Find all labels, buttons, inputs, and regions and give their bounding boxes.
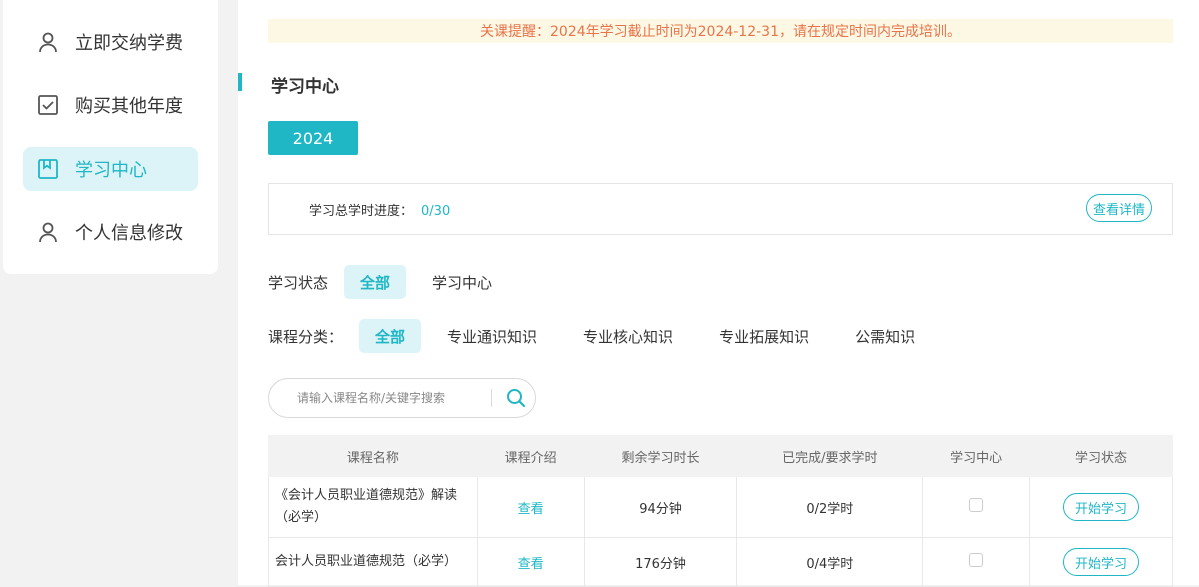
remaining-time: 94分钟	[583, 476, 738, 538]
header-course-name: 课程名称	[268, 435, 478, 477]
sidebar-item-buy-other-year[interactable]: 购买其他年度	[23, 83, 198, 127]
table-row: 《会计人员职业道德规范》解读（必学） 查看 94分钟 0/2学时 开始学习	[268, 476, 1173, 538]
table-header-row: 课程名称 课程介绍 剩余学习时长 已完成/要求学时 学习中心 学习状态	[268, 435, 1173, 477]
header-learning-center: 学习中心	[922, 435, 1031, 477]
start-learning-button[interactable]: 开始学习	[1063, 493, 1140, 521]
remaining-time: 176分钟	[583, 537, 738, 587]
table-row: 会计人员职业道德规范（必学） 查看 176分钟 0/4学时 开始学习	[268, 537, 1173, 587]
header-course-intro: 课程介绍	[476, 435, 585, 477]
bookmark-icon	[37, 158, 59, 180]
completed-hours: 0/4学时	[736, 537, 924, 587]
title-accent-bar	[238, 73, 242, 91]
progress-box: 学习总学时进度： 0/30 查看详情	[268, 183, 1173, 235]
sidebar-item-label: 购买其他年度	[75, 96, 183, 117]
progress-value: 0/30	[421, 204, 451, 219]
learning-center-checkbox[interactable]	[969, 553, 984, 567]
status-filter-all[interactable]: 全部	[344, 265, 407, 299]
progress-label: 学习总学时进度： 0/30	[309, 200, 450, 219]
completed-hours: 0/2学时	[736, 476, 924, 538]
sidebar-item-label: 立即交纳学费	[75, 33, 183, 54]
learning-center-cell	[922, 476, 1031, 538]
checkbox-icon	[37, 94, 59, 116]
learning-center-checkbox[interactable]	[969, 498, 984, 512]
status-filter: 学习状态 全部 学习中心	[268, 265, 518, 299]
view-details-button[interactable]: 查看详情	[1086, 194, 1152, 222]
status-cell: 开始学习	[1029, 537, 1173, 587]
user-icon	[37, 221, 59, 243]
course-intro-cell: 查看	[476, 476, 585, 538]
category-filter: 课程分类： 全部 专业通识知识 专业核心知识 专业拓展知识 公需知识	[268, 319, 941, 353]
sidebar: 立即交纳学费 购买其他年度 学习中心 个人信息修改	[3, 0, 218, 274]
search-input[interactable]	[295, 390, 479, 406]
sidebar-item-learning-center[interactable]: 学习中心	[23, 147, 198, 191]
view-intro-link[interactable]: 查看	[518, 502, 544, 517]
category-filter-public[interactable]: 公需知识	[835, 319, 935, 353]
page-title: 学习中心	[271, 77, 339, 97]
user-icon	[37, 31, 59, 53]
category-filter-label: 课程分类：	[268, 327, 344, 346]
course-table: 课程名称 课程介绍 剩余学习时长 已完成/要求学时 学习中心 学习状态 《会计人…	[268, 435, 1173, 587]
start-learning-button[interactable]: 开始学习	[1063, 548, 1140, 576]
main-content: 关课提醒：2024年学习截止时间为2024-12-31，请在规定时间内完成培训。…	[238, 0, 1199, 587]
view-intro-link[interactable]: 查看	[518, 557, 544, 572]
course-name: 会计人员职业道德规范（必学）	[268, 537, 478, 587]
search-box	[268, 378, 536, 418]
sidebar-item-label: 学习中心	[75, 160, 147, 181]
status-filter-label: 学习状态	[268, 273, 329, 292]
learning-center-cell	[922, 537, 1031, 587]
year-tab[interactable]: 2024	[268, 121, 358, 155]
course-name: 《会计人员职业道德规范》解读（必学）	[268, 476, 478, 538]
header-remaining-time: 剩余学习时长	[583, 435, 738, 477]
status-filter-learning-center[interactable]: 学习中心	[412, 265, 512, 299]
search-icon[interactable]	[504, 386, 528, 410]
category-filter-core[interactable]: 专业核心知识	[563, 319, 693, 353]
sidebar-item-edit-profile[interactable]: 个人信息修改	[23, 210, 198, 254]
sidebar-item-pay-tuition[interactable]: 立即交纳学费	[23, 20, 198, 64]
course-intro-cell: 查看	[476, 537, 585, 587]
category-filter-general[interactable]: 专业通识知识	[427, 319, 557, 353]
header-learning-status: 学习状态	[1029, 435, 1173, 477]
header-completed-required: 已完成/要求学时	[736, 435, 924, 477]
sidebar-item-label: 个人信息修改	[75, 223, 183, 244]
category-filter-extended[interactable]: 专业拓展知识	[699, 319, 829, 353]
category-filter-all[interactable]: 全部	[359, 319, 422, 353]
status-cell: 开始学习	[1029, 476, 1173, 538]
search-divider	[491, 389, 492, 407]
progress-label-text: 学习总学时进度：	[309, 204, 414, 219]
deadline-notice: 关课提醒：2024年学习截止时间为2024-12-31，请在规定时间内完成培训。	[268, 19, 1173, 43]
